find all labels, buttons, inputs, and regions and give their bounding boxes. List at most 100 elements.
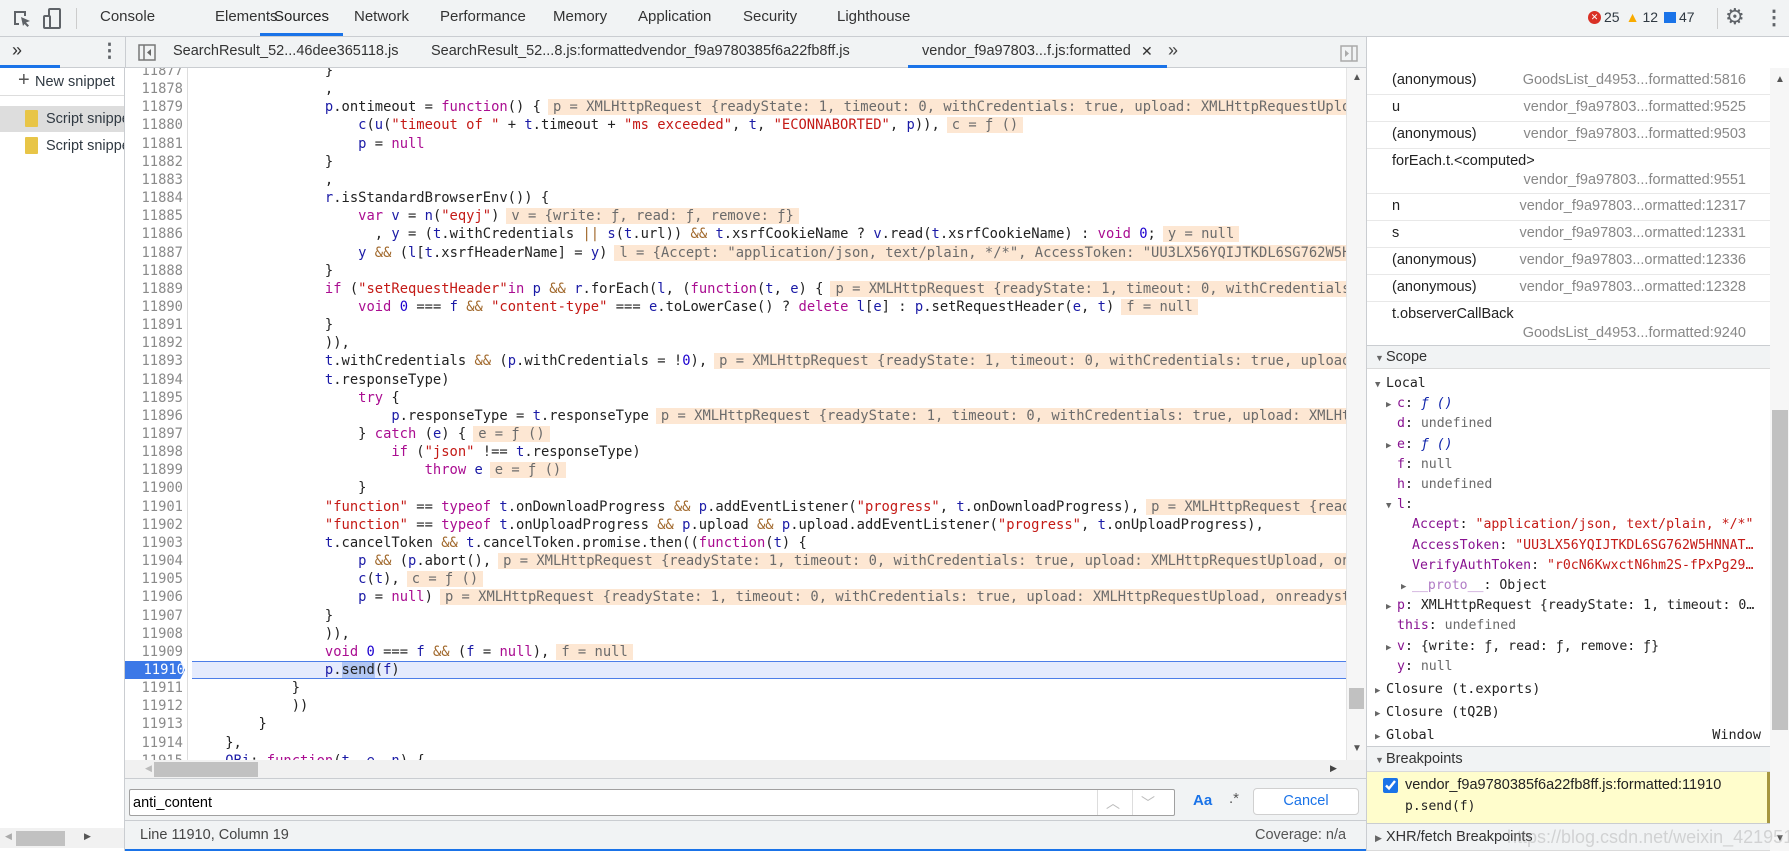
- line-number[interactable]: 11877: [125, 68, 183, 80]
- toggle-debugger-icon[interactable]: [1340, 45, 1358, 62]
- line-number[interactable]: 11912: [125, 697, 183, 715]
- line-number[interactable]: 11911: [125, 679, 183, 697]
- line-number[interactable]: 11905: [125, 570, 183, 588]
- frame-location[interactable]: vendor_f9a97803...ormatted:12331: [1519, 225, 1746, 241]
- expanded-triangle-icon[interactable]: ▼: [1386, 496, 1397, 515]
- call-frame[interactable]: u vendor_f9a97803...formatted:9525: [1367, 95, 1770, 122]
- line-number[interactable]: 11894: [125, 371, 183, 389]
- call-frame[interactable]: (anonymous) vendor_f9a97803...ormatted:12…: [1367, 248, 1770, 275]
- tab-network[interactable]: Network: [340, 0, 423, 36]
- scroll-left-icon[interactable]: ◀: [5, 831, 12, 842]
- scope-row[interactable]: ▶ c: ƒ (): [1367, 394, 1767, 414]
- inspect-element-icon[interactable]: [12, 9, 32, 29]
- collapsed-triangle-icon[interactable]: ▶: [1375, 681, 1386, 699]
- line-number[interactable]: 11880: [125, 116, 183, 134]
- call-frame[interactable]: s vendor_f9a97803...ormatted:12331: [1367, 221, 1770, 248]
- line-number[interactable]: 11913: [125, 715, 183, 733]
- line-number[interactable]: 11883: [125, 171, 183, 189]
- line-number[interactable]: 11904: [125, 552, 183, 570]
- line-gutter[interactable]: 11877 11878 11879 11880 11881 11882 11883 11884…: [125, 68, 188, 760]
- scrollbar-thumb[interactable]: [154, 762, 258, 777]
- file-tab[interactable]: SearchResult_52...46dee365118.js: [159, 37, 412, 68]
- code-editor[interactable]: 11877 11878 11879 11880 11881 11882 11883 11884…: [125, 68, 1346, 760]
- scope-section[interactable]: ▶ Closure (t.exports): [1367, 679, 1767, 699]
- scope-row[interactable]: ▶ __proto__: Object: [1367, 576, 1767, 596]
- scope-row[interactable]: h: undefined: [1367, 475, 1767, 495]
- scope-row[interactable]: y: null: [1367, 657, 1767, 677]
- scope-row[interactable]: AccessToken: "UU3LX56YQIJTKDL6SG762W5HNN…: [1367, 536, 1767, 556]
- scope-row[interactable]: ▼ l:: [1367, 495, 1767, 515]
- tab-performance[interactable]: Performance: [426, 0, 540, 36]
- coverage-status[interactable]: Coverage: n/a: [1255, 827, 1346, 843]
- frame-location[interactable]: vendor_f9a97803...formatted:9525: [1524, 99, 1747, 115]
- line-number[interactable]: 11887: [125, 244, 183, 262]
- close-tab-icon[interactable]: ✕: [1141, 37, 1153, 66]
- scroll-up-icon[interactable]: ▲: [1352, 72, 1362, 83]
- line-number[interactable]: 11914: [125, 734, 183, 752]
- scroll-left-icon[interactable]: ◀: [145, 763, 152, 774]
- line-number[interactable]: 11897: [125, 425, 183, 443]
- frame-location[interactable]: vendor_f9a97803...formatted:9551: [1524, 172, 1747, 188]
- cancel-button[interactable]: Cancel: [1253, 788, 1359, 815]
- tab-memory[interactable]: Memory: [539, 0, 621, 36]
- line-number[interactable]: 11908: [125, 625, 183, 643]
- line-number[interactable]: 11882: [125, 153, 183, 171]
- collapsed-triangle-icon[interactable]: ▶: [1401, 577, 1412, 596]
- scope-row[interactable]: f: null: [1367, 455, 1767, 475]
- scrollbar-thumb[interactable]: [16, 831, 65, 846]
- tab-application[interactable]: Application: [624, 0, 725, 36]
- file-tab[interactable]: vendor_f9a97803...f.js:formatted ✕: [908, 37, 1167, 68]
- regex-button[interactable]: .*: [1229, 790, 1239, 807]
- new-snippet-button[interactable]: + New snippet: [0, 68, 124, 96]
- call-frame[interactable]: forEach.t.<computed> vendor_f9a97803...fo…: [1367, 149, 1770, 194]
- line-number[interactable]: 11881: [125, 135, 183, 153]
- scroll-down-icon[interactable]: ▼: [1352, 743, 1362, 754]
- scope-section[interactable]: ▶ Global Window: [1367, 725, 1767, 745]
- line-number[interactable]: 11891: [125, 316, 183, 334]
- frame-location[interactable]: vendor_f9a97803...ormatted:12328: [1519, 279, 1746, 295]
- line-number[interactable]: 11889: [125, 280, 183, 298]
- file-tab[interactable]: SearchResult_52...8.js:formatted: [417, 37, 656, 68]
- breakpoint-location[interactable]: vendor_f9a9780385f6a22fb8ff.js:formatted…: [1405, 777, 1721, 793]
- collapsed-triangle-icon[interactable]: ▶: [1386, 597, 1397, 616]
- tab-security[interactable]: Security: [729, 0, 811, 36]
- settings-gear-icon[interactable]: ⚙: [1725, 4, 1745, 30]
- frame-location[interactable]: vendor_f9a97803...ormatted:12336: [1519, 252, 1746, 268]
- call-frame[interactable]: (anonymous) GoodsList_d4953...formatted:5…: [1367, 68, 1770, 95]
- scrollbar-thumb[interactable]: [1772, 410, 1788, 730]
- scope-header[interactable]: ▼ Scope: [1367, 345, 1770, 369]
- sidebar-scrollbar[interactable]: ▲ ▼: [1770, 68, 1789, 851]
- frame-location[interactable]: vendor_f9a97803...ormatted:12317: [1519, 198, 1746, 214]
- collapsed-triangle-icon[interactable]: ▶: [1386, 436, 1397, 455]
- frame-location[interactable]: GoodsList_d4953...formatted:9240: [1523, 325, 1746, 341]
- frame-location[interactable]: GoodsList_d4953...formatted:5816: [1523, 72, 1746, 88]
- navigator-menu-icon[interactable]: ⋮: [100, 40, 119, 63]
- current-line-number[interactable]: 11910: [125, 660, 185, 680]
- scope-row[interactable]: Accept: "application/json, text/plain, *…: [1367, 515, 1767, 535]
- tab-console[interactable]: Console: [86, 0, 169, 36]
- search-input[interactable]: [133, 792, 1033, 813]
- collapsed-triangle-icon[interactable]: ▶: [1386, 638, 1397, 657]
- call-frame[interactable]: t.observerCallBack GoodsList_d4953...form…: [1367, 302, 1770, 347]
- breakpoint-checkbox[interactable]: [1383, 778, 1398, 793]
- line-number[interactable]: 11900: [125, 479, 183, 497]
- find-next-icon[interactable]: ﹀: [1141, 793, 1155, 813]
- more-files-icon[interactable]: »: [1168, 40, 1178, 61]
- scroll-up-icon[interactable]: ▲: [1775, 74, 1785, 85]
- line-number[interactable]: 11903: [125, 534, 183, 552]
- line-number[interactable]: 11878: [125, 80, 183, 98]
- call-frame[interactable]: (anonymous) vendor_f9a97803...formatted:9…: [1367, 122, 1770, 149]
- match-case-button[interactable]: Aa: [1193, 792, 1212, 809]
- line-number[interactable]: 11907: [125, 607, 183, 625]
- scope-row[interactable]: this: undefined: [1367, 616, 1767, 636]
- line-number[interactable]: 11915: [125, 752, 183, 760]
- line-number[interactable]: 11899: [125, 461, 183, 479]
- line-number[interactable]: 11898: [125, 443, 183, 461]
- console-counts[interactable]: ✕ 25 ▲ 12 47: [1588, 9, 1695, 25]
- scope-row[interactable]: ▶ v: {write: ƒ, read: ƒ, remove: ƒ}: [1367, 637, 1767, 657]
- line-number[interactable]: 11886: [125, 225, 183, 243]
- more-tabs-icon[interactable]: »: [12, 40, 22, 61]
- toggle-navigator-icon[interactable]: [138, 44, 156, 61]
- scrollbar-thumb[interactable]: [1349, 688, 1364, 709]
- scope-row[interactable]: VerifyAuthToken: "r0cN6KwxctN6hm2S-fPxPg…: [1367, 556, 1767, 576]
